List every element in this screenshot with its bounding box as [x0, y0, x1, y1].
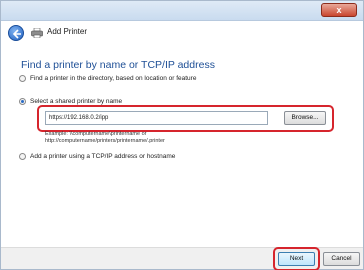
option-find-in-directory[interactable]: Find a printer in the directory, based o… [19, 75, 196, 82]
radio-button[interactable] [19, 75, 26, 82]
back-arrow-icon [12, 29, 21, 39]
option-select-shared-printer[interactable]: Select a shared printer by name [19, 98, 122, 105]
close-button[interactable]: x [321, 3, 357, 17]
example-line-1: Example: \\computername\printername or [45, 131, 147, 137]
radio-button-selected[interactable] [19, 98, 26, 105]
example-text: Example: \\computername\printername or h… [45, 131, 165, 145]
page-title: Add Printer [47, 27, 88, 36]
example-line-2: http://computername/printers/printername… [45, 138, 165, 144]
add-printer-window: x Add Printer Find a printer by name or … [0, 0, 364, 270]
highlight-frame-url [37, 105, 334, 132]
printer-icon [31, 28, 43, 38]
cancel-button[interactable]: Cancel [323, 252, 360, 266]
option-label: Select a shared printer by name [30, 98, 123, 105]
option-tcpip-address[interactable]: Add a printer using a TCP/IP address or … [19, 153, 175, 160]
option-label: Find a printer in the directory, based o… [30, 75, 197, 82]
title-bar: x [1, 1, 363, 21]
dialog-heading: Find a printer by name or TCP/IP address [21, 59, 215, 71]
navigation-bar: Add Printer [1, 21, 363, 45]
back-button[interactable] [8, 25, 24, 41]
option-label: Add a printer using a TCP/IP address or … [30, 153, 176, 160]
radio-button[interactable] [19, 153, 26, 160]
next-button[interactable]: Next [278, 252, 315, 266]
